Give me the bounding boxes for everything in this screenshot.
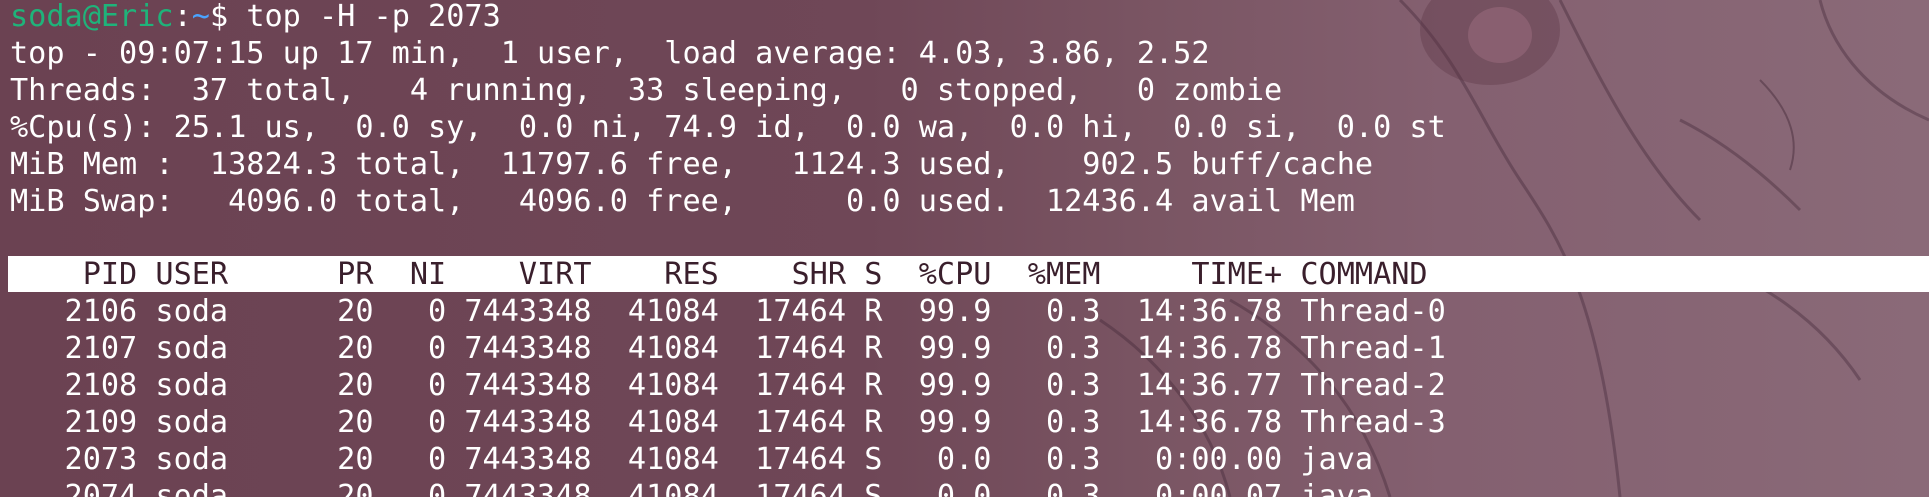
summary-uptime-line: top - 09:07:15 up 17 min, 1 user, load a… xyxy=(10,36,1210,71)
prompt-user-host: soda@Eric xyxy=(10,0,174,34)
table-row: 2106 soda 20 0 7443348 41084 17464 R 99.… xyxy=(10,294,1446,329)
summary-threads-line: Threads: 37 total, 4 running, 33 sleepin… xyxy=(10,73,1283,108)
prompt-colon: : xyxy=(173,0,192,34)
summary-swap-line: MiB Swap: 4096.0 total, 4096.0 free, 0.0… xyxy=(10,184,1355,219)
command-prompt-line: soda@Eric:~$ top -H -p 2073 xyxy=(10,0,501,35)
table-row: 2074 soda 20 0 7443348 41084 17464 S 0.0… xyxy=(10,479,1374,497)
terminal-window[interactable]: soda@Eric:~$ top -H -p 2073 top - 09:07:… xyxy=(0,0,1929,497)
prompt-path: ~ xyxy=(191,0,210,34)
table-row: 2073 soda 20 0 7443348 41084 17464 S 0.0… xyxy=(10,442,1374,477)
table-row: 2107 soda 20 0 7443348 41084 17464 R 99.… xyxy=(10,331,1446,366)
summary-cpu-line: %Cpu(s): 25.1 us, 0.0 sy, 0.0 ni, 74.9 i… xyxy=(10,110,1446,145)
summary-mem-line: MiB Mem : 13824.3 total, 11797.6 free, 1… xyxy=(10,147,1374,182)
prompt-command: top -H -p 2073 xyxy=(246,0,501,34)
table-header: PID USER PR NI VIRT RES SHR S %CPU %MEM … xyxy=(10,257,1428,292)
prompt-dollar: $ xyxy=(209,0,247,34)
table-row: 2108 soda 20 0 7443348 41084 17464 R 99.… xyxy=(10,368,1446,403)
table-row: 2109 soda 20 0 7443348 41084 17464 R 99.… xyxy=(10,405,1446,440)
